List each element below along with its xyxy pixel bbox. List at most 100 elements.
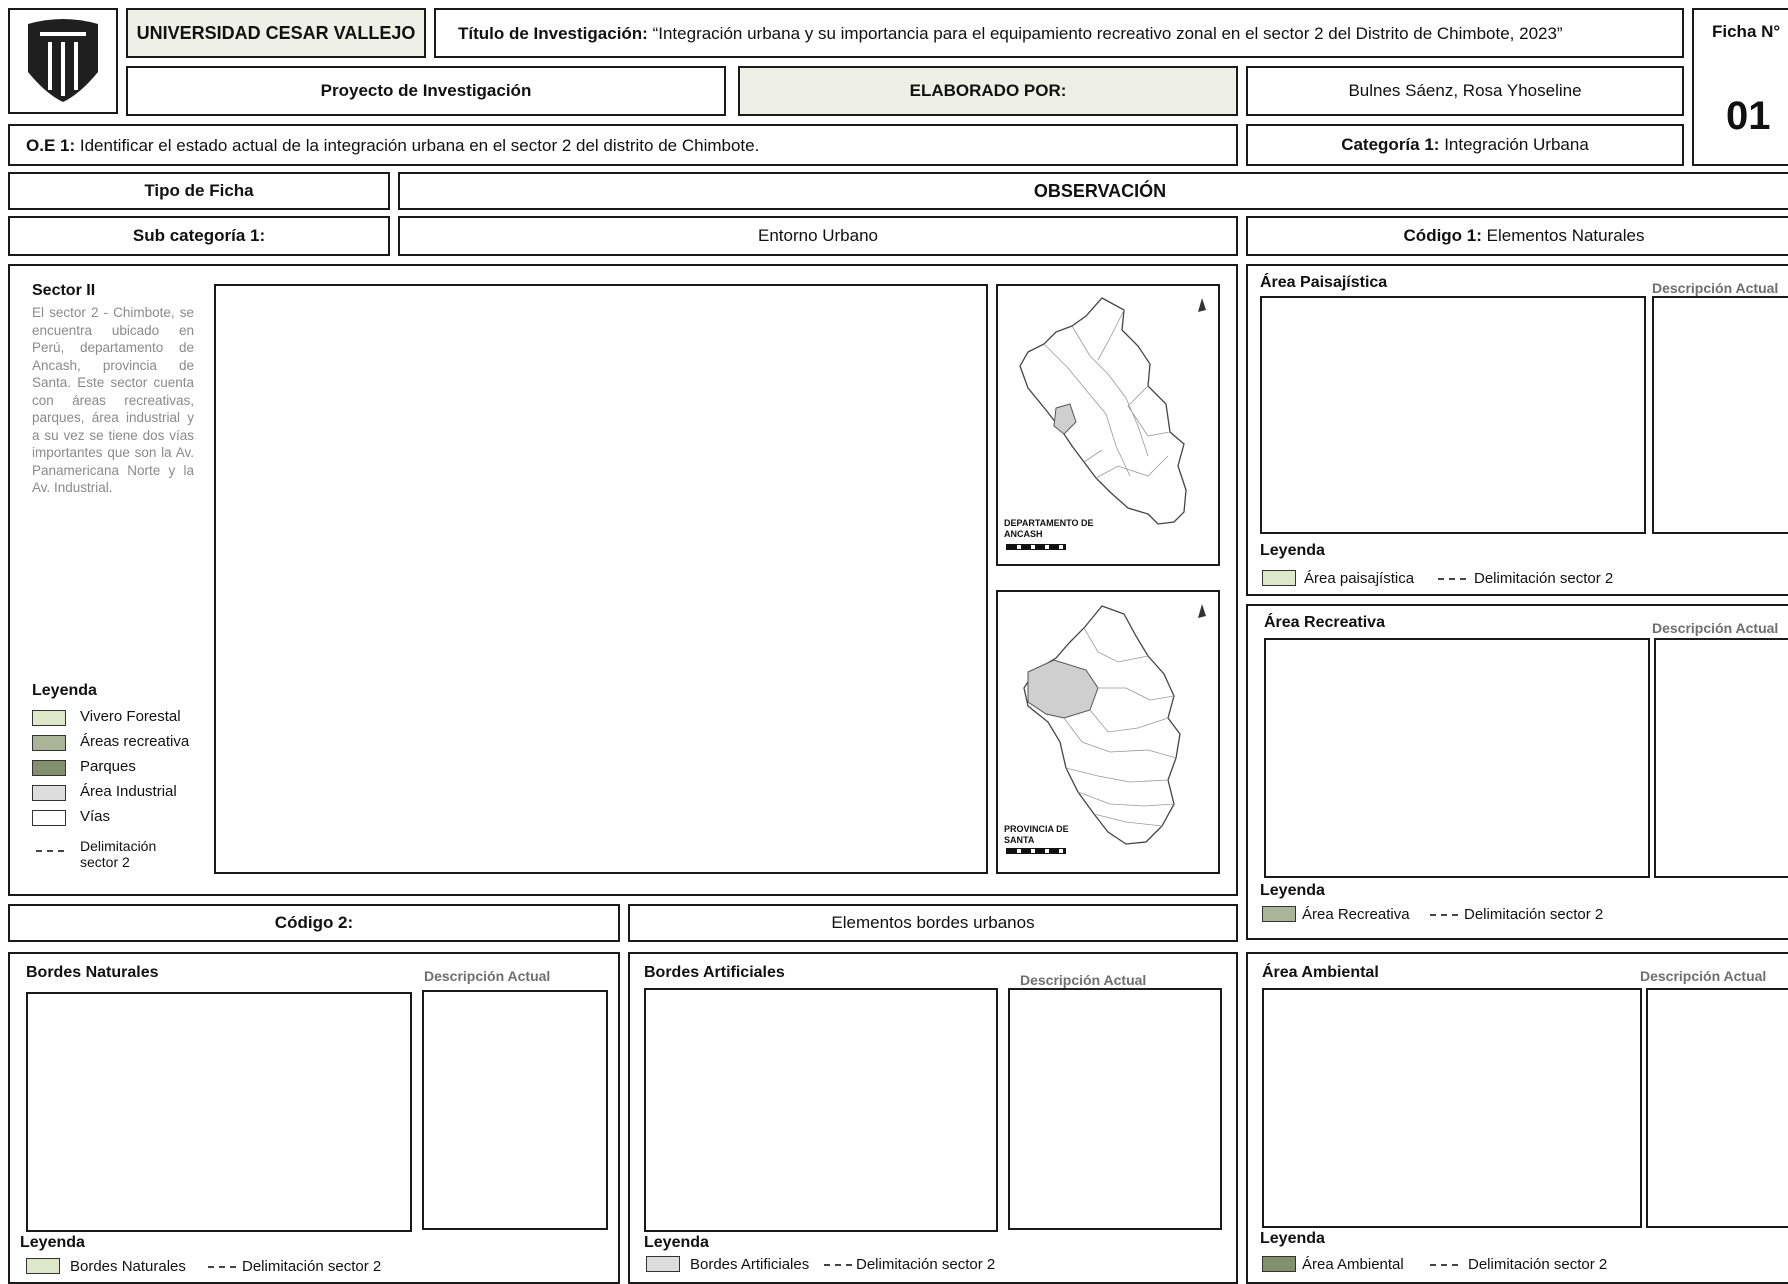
bordes-artificiales-title: Bordes Artificiales xyxy=(644,964,785,981)
paisajistica-title: Área Paisajística xyxy=(1260,274,1388,291)
ambiental-title: Área Ambiental xyxy=(1262,964,1379,981)
panel-paisajistica: Área Paisajística Descripción Actual Ley… xyxy=(1246,264,1788,596)
bordes-artificiales-dash xyxy=(824,1264,852,1266)
category-value: Integración Urbana xyxy=(1444,135,1589,154)
paisajistica-dash-label: Delimitación sector 2 xyxy=(1474,570,1614,587)
panel-ambiental: Área Ambiental Descripción Actual Leyend… xyxy=(1246,952,1788,1284)
panel-bordes-artificiales: Bordes Artificiales Descripción Actual L… xyxy=(628,952,1238,1284)
legend-swatch-industrial xyxy=(32,785,66,801)
elaborado-box: ELABORADO POR: xyxy=(738,66,1238,116)
recreativa-desc-header: Descripción Actual xyxy=(1652,620,1779,636)
code1-label: Código 1: xyxy=(1403,226,1482,245)
bordes-naturales-swatch-label: Bordes Naturales xyxy=(70,1258,186,1275)
legend-label-delimitacion: Delimitación sector 2 xyxy=(80,838,157,870)
sector-description: El sector 2 - Chimbote, se encuentra ubi… xyxy=(32,305,194,495)
sector-main-map-frame xyxy=(214,284,988,874)
tipo-ficha-label: Tipo de Ficha xyxy=(144,181,254,200)
bordes-naturales-dash xyxy=(208,1266,236,1268)
ambiental-dash xyxy=(1430,1264,1458,1266)
subcategory-value: Entorno Urbano xyxy=(757,226,879,245)
legend-swatch-vias xyxy=(32,810,66,826)
ambiental-desc-frame xyxy=(1646,988,1788,1228)
code2-label: Código 2: xyxy=(274,913,354,932)
bordes-artificiales-desc-frame xyxy=(1008,988,1222,1230)
bordes-artificiales-swatch-label: Bordes Artificiales xyxy=(690,1256,810,1273)
paisajistica-dash xyxy=(1438,578,1466,580)
recreativa-title: Área Recreativa xyxy=(1264,614,1385,631)
ficha-number: 01 xyxy=(1726,94,1771,138)
recreativa-swatch-label: Área Recreativa xyxy=(1302,906,1410,923)
paisajistica-desc-frame xyxy=(1652,296,1788,534)
paisajistica-desc-header: Descripción Actual xyxy=(1652,280,1779,296)
recreativa-dash-label: Delimitación sector 2 xyxy=(1464,906,1604,923)
project-label: Proyecto de Investigación xyxy=(320,81,532,100)
ambiental-swatch-label: Área Ambiental xyxy=(1302,1256,1404,1273)
code2-box: Código 2: xyxy=(8,904,620,942)
code1-value: Elementos Naturales xyxy=(1486,226,1645,245)
paisajistica-legend-title: Leyenda xyxy=(1260,542,1325,559)
bordes-naturales-swatch xyxy=(26,1258,60,1274)
inset-map-santa: PROVINCIA DE SANTA xyxy=(996,590,1220,874)
code2-value: Elementos bordes urbanos xyxy=(831,913,1035,932)
subcategory-box: Sub categoría 1: xyxy=(8,216,390,256)
research-title-box: Título de Investigación: “Integración ur… xyxy=(434,8,1684,58)
bordes-artificiales-legend-title: Leyenda xyxy=(644,1234,709,1251)
legend-label-vias: Vías xyxy=(80,808,111,825)
elaborado-label: ELABORADO POR: xyxy=(909,81,1067,100)
bordes-artificiales-image-frame xyxy=(644,988,998,1232)
inset-map-ancash: DEPARTAMENTO DE ANCASH xyxy=(996,284,1220,566)
bordes-artificiales-desc-header: Descripción Actual xyxy=(1020,972,1147,988)
category-box: Categoría 1: Integración Urbana xyxy=(1246,124,1684,166)
legend-label-recreativa: Áreas recreativa xyxy=(80,733,190,750)
ficha-box: Ficha N° 01 xyxy=(1692,8,1788,166)
project-box: Proyecto de Investigación xyxy=(126,66,726,116)
research-title-label: Título de Investigación: xyxy=(458,24,648,43)
ambiental-desc-header: Descripción Actual xyxy=(1640,968,1767,984)
sector-panel: Sector II El sector 2 - Chimbote, se enc… xyxy=(8,264,1238,896)
legend-label-parques: Parques xyxy=(80,758,136,775)
research-title-text: “Integración urbana y su importancia par… xyxy=(652,24,1563,43)
ambiental-image-frame xyxy=(1262,988,1642,1228)
university-shield-logo xyxy=(28,19,98,102)
logo-box xyxy=(8,8,118,114)
legend-label-industrial: Área Industrial xyxy=(80,783,177,800)
bordes-naturales-image-frame xyxy=(26,992,412,1232)
author-box: Bulnes Sáenz, Rosa Yhoseline xyxy=(1246,66,1684,116)
bordes-naturales-desc-header: Descripción Actual xyxy=(424,968,551,984)
bordes-artificiales-dash-label: Delimitación sector 2 xyxy=(856,1256,996,1273)
scale-bar-icon xyxy=(1006,848,1066,854)
university-name-box: UNIVERSIDAD CESAR VALLEJO xyxy=(126,8,426,58)
bordes-naturales-title: Bordes Naturales xyxy=(26,964,159,981)
ambiental-swatch xyxy=(1262,1256,1296,1272)
inset-map-santa-label: PROVINCIA DE SANTA xyxy=(1004,824,1069,845)
recreativa-legend-title: Leyenda xyxy=(1260,882,1325,899)
panel-recreativa: Área Recreativa Descripción Actual Leyen… xyxy=(1246,604,1788,940)
paisajistica-swatch-label: Área paisajística xyxy=(1304,570,1415,587)
recreativa-dash xyxy=(1430,914,1458,916)
objective-text: Identificar el estado actual de la integ… xyxy=(79,136,760,155)
bordes-naturales-desc-frame xyxy=(422,990,608,1230)
paisajistica-swatch xyxy=(1262,570,1296,586)
subcategory-value-box: Entorno Urbano xyxy=(398,216,1238,256)
author-name: Bulnes Sáenz, Rosa Yhoseline xyxy=(1348,81,1582,100)
sector-title: Sector II xyxy=(32,282,96,299)
code2-value-box: Elementos bordes urbanos xyxy=(628,904,1238,942)
legend-swatch-recreativa xyxy=(32,735,66,751)
bordes-naturales-legend-title: Leyenda xyxy=(20,1234,85,1251)
legend-label-vivero: Vivero Forestal xyxy=(80,708,181,725)
subcategory-label: Sub categoría 1: xyxy=(132,226,266,245)
scale-bar-icon xyxy=(1006,544,1066,550)
bordes-naturales-dash-label: Delimitación sector 2 xyxy=(242,1258,382,1275)
legend-swatch-parques xyxy=(32,760,66,776)
ambiental-dash-label: Delimitación sector 2 xyxy=(1468,1256,1608,1273)
university-name: UNIVERSIDAD CESAR VALLEJO xyxy=(136,22,416,43)
legend-swatch-vivero xyxy=(32,710,66,726)
tipo-ficha-box: Tipo de Ficha xyxy=(8,172,390,210)
code1-box: Código 1: Elementos Naturales xyxy=(1246,216,1788,256)
observacion-box: OBSERVACIÓN xyxy=(398,172,1788,210)
paisajistica-image-frame xyxy=(1260,296,1646,534)
bordes-artificiales-swatch xyxy=(646,1256,680,1272)
ficha-label: Ficha N° xyxy=(1712,22,1781,41)
tipo-ficha-value: OBSERVACIÓN xyxy=(1033,180,1167,201)
recreativa-image-frame xyxy=(1264,638,1650,878)
